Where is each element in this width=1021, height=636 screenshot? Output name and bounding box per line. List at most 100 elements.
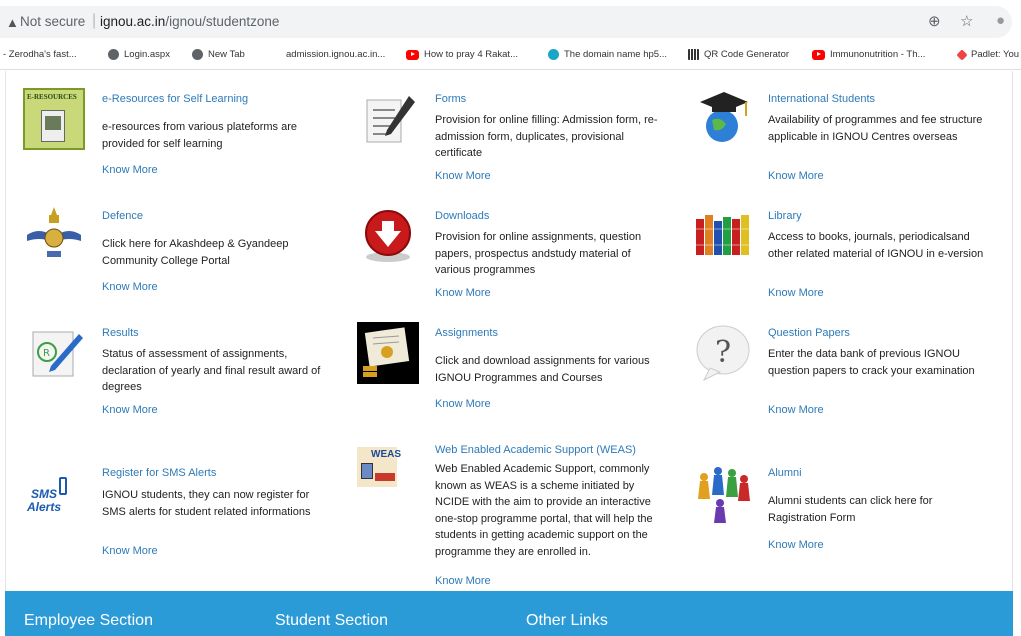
know-more-link[interactable]: Know More	[102, 281, 158, 293]
bookmark-label: Padlet: You	[971, 49, 1020, 60]
card-title[interactable]: Results	[102, 327, 139, 339]
url-host: ignou.ac.in	[100, 14, 166, 29]
card-defence: Defence Click here for Akashdeep & Gyand…	[23, 205, 323, 315]
bookmark-label: Login.aspx	[124, 49, 170, 60]
extension-icon[interactable]: ●	[996, 12, 1005, 29]
weas-icon[interactable]: WEAS	[357, 447, 401, 487]
card-eresources: E-RESOURCES e-Resources for Self Learnin…	[23, 88, 323, 198]
question-bubble-icon[interactable]: ?	[692, 322, 754, 384]
globe-icon	[192, 49, 203, 60]
card-desc: Status of assessment of assignments, dec…	[102, 348, 321, 393]
bookmark-new-tab[interactable]: New Tab	[192, 49, 245, 60]
employee-section-heading[interactable]: Employee Section	[24, 612, 153, 630]
card-desc: Enter the data bank of previous IGNOU qu…	[768, 348, 975, 377]
card-alumni: Alumni Alumni students can click here fo…	[692, 437, 992, 567]
card-desc: Provision for online assignments, questi…	[435, 231, 642, 276]
card-desc: Click and download assignments for vario…	[435, 355, 650, 384]
card-title[interactable]: e-Resources for Self Learning	[102, 93, 248, 105]
domain-icon	[548, 49, 559, 60]
certificate-icon[interactable]	[357, 322, 419, 384]
student-zone-content: E-RESOURCES e-Resources for Self Learnin…	[5, 71, 1013, 591]
card-title[interactable]: International Students	[768, 93, 875, 105]
card-title[interactable]: Library	[768, 210, 802, 222]
card-sms: SMS Alerts Register for SMS Alerts IGNOU…	[23, 437, 323, 567]
know-more-link[interactable]: Know More	[102, 164, 158, 176]
card-desc: e-resources from various plateforms are …	[102, 121, 298, 150]
form-pen-icon[interactable]	[357, 88, 419, 150]
bookmark-label: The domain name hp5...	[564, 49, 667, 60]
know-more-link[interactable]: Know More	[435, 575, 491, 587]
bookmark-login[interactable]: Login.aspx	[108, 49, 170, 60]
card-title[interactable]: Assignments	[435, 327, 498, 339]
bookmark-rakat[interactable]: How to pray 4 Rakat...	[406, 49, 518, 60]
zoom-icon[interactable]: ⊕	[928, 12, 941, 30]
alumni-people-icon[interactable]	[692, 463, 754, 525]
card-title[interactable]: Question Papers	[768, 327, 850, 339]
card-desc: Provision for online filling: Admission …	[435, 114, 658, 159]
know-more-link[interactable]: Know More	[435, 398, 491, 410]
globe-icon	[108, 49, 119, 60]
alerts-label: Alerts	[27, 500, 62, 514]
card-desc: Alumni students can click here for Ragis…	[768, 495, 933, 524]
card-desc: Access to books, journals, periodicalsan…	[768, 231, 984, 260]
separator: |	[92, 12, 97, 29]
bookmarks-bar: - Zerodha's fast... Login.aspx New Tab a…	[0, 44, 1021, 70]
know-more-link[interactable]: Know More	[768, 170, 824, 182]
bookmark-admission[interactable]: admission.ignou.ac.in...	[286, 49, 385, 60]
card-title[interactable]: Register for SMS Alerts	[102, 467, 216, 479]
know-more-link[interactable]: Know More	[768, 404, 824, 416]
security-label[interactable]: Not secure	[20, 14, 85, 29]
graduation-globe-icon[interactable]	[692, 88, 754, 150]
bookmark-padlet[interactable]: Padlet: You	[956, 48, 1020, 61]
bookmark-immunonutrition[interactable]: Immunonutrition - Th...	[812, 49, 925, 60]
bookmark-label: New Tab	[208, 49, 245, 60]
padlet-icon	[956, 48, 968, 61]
card-title[interactable]: Forms	[435, 93, 466, 105]
card-title[interactable]: Downloads	[435, 210, 489, 222]
youtube-icon	[812, 49, 825, 60]
know-more-link[interactable]: Know More	[768, 287, 824, 299]
bookmark-label: - Zerodha's fast...	[3, 49, 77, 60]
weas-label: WEAS	[371, 449, 401, 460]
site-footer: Employee Section Student Section Other L…	[5, 591, 1013, 636]
book-icon[interactable]: E-RESOURCES	[23, 88, 85, 150]
bookmark-domain[interactable]: The domain name hp5...	[548, 49, 667, 60]
qr-icon	[688, 49, 699, 60]
url-path: /ignou/studentzone	[165, 14, 280, 29]
know-more-link[interactable]: Know More	[102, 545, 158, 557]
bookmark-label: Immunonutrition - Th...	[830, 49, 926, 60]
card-desc: Click here for Akashdeep & Gyandeep Comm…	[102, 238, 289, 267]
youtube-icon	[406, 49, 419, 60]
bookmark-label: How to pray 4 Rakat...	[424, 49, 518, 60]
card-weas: WEAS Web Enabled Academic Support (WEAS)…	[357, 437, 657, 589]
know-more-link[interactable]: Know More	[435, 170, 491, 182]
books-icon[interactable]	[692, 205, 754, 267]
bookmark-label: QR Code Generator	[704, 49, 790, 60]
other-links-heading[interactable]: Other Links	[526, 612, 608, 630]
svg-text:R: R	[43, 348, 50, 359]
know-more-link[interactable]: Know More	[435, 287, 491, 299]
star-icon[interactable]: ☆	[960, 12, 973, 30]
know-more-link[interactable]: Know More	[102, 404, 158, 416]
card-title[interactable]: Alumni	[768, 467, 802, 479]
bookmark-qr[interactable]: QR Code Generator	[688, 49, 789, 60]
omnibox[interactable]: ▲ Not secure | ignou.ac.in/ignou/student…	[0, 6, 1012, 38]
student-section-heading[interactable]: Student Section	[275, 612, 388, 630]
card-international: International Students Availability of p…	[692, 88, 992, 198]
url-text[interactable]: ignou.ac.in/ignou/studentzone	[100, 14, 279, 29]
warning-icon[interactable]: ▲	[6, 15, 19, 30]
air-force-emblem-icon[interactable]	[23, 205, 85, 267]
card-desc: IGNOU students, they can now register fo…	[102, 489, 311, 518]
result-pen-icon[interactable]: R	[23, 322, 85, 384]
card-title[interactable]: Web Enabled Academic Support (WEAS)	[435, 444, 636, 456]
download-icon[interactable]	[357, 205, 419, 267]
card-forms: Forms Provision for online filling: Admi…	[357, 88, 658, 198]
card-results: R Results Status of assessment of assign…	[23, 322, 323, 432]
card-desc: Availability of programmes and fee struc…	[768, 114, 983, 143]
know-more-link[interactable]: Know More	[768, 539, 824, 551]
card-title[interactable]: Defence	[102, 210, 143, 222]
sms-label: SMS	[31, 487, 58, 501]
bookmark-zerodha[interactable]: - Zerodha's fast...	[3, 49, 77, 60]
bookmark-label: admission.ignou.ac.in...	[286, 49, 386, 60]
sms-alerts-icon[interactable]: SMS Alerts	[23, 469, 85, 531]
